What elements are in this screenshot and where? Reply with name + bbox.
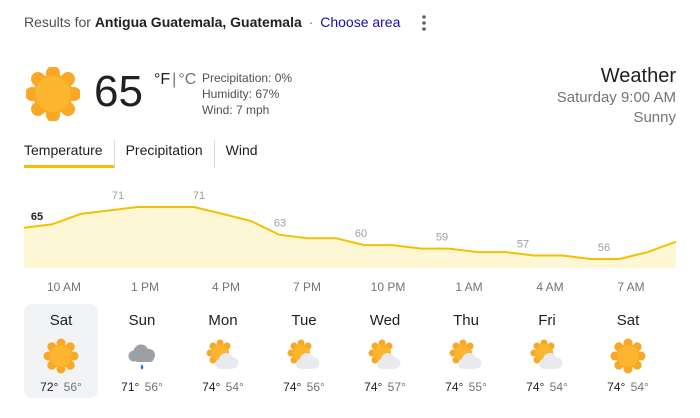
day-card[interactable]: Sat 74° 54°: [591, 304, 665, 398]
partly-cloudy-icon: [529, 338, 565, 374]
unit-separator: |: [172, 71, 177, 88]
time-label: 1 PM: [130, 280, 160, 294]
precipitation-text: Precipitation: 0%: [202, 71, 293, 85]
choose-area-link[interactable]: Choose area: [320, 14, 400, 30]
day-name: Sat: [49, 312, 73, 329]
unit-fahrenheit[interactable]: °F: [154, 71, 170, 88]
weather-summary: Weather Saturday 9:00 AM Sunny: [557, 64, 676, 128]
temperature-label: 60: [355, 228, 367, 240]
day-name: Mon: [208, 312, 238, 329]
weather-title: Weather: [600, 65, 676, 87]
results-prefix: Results for: [24, 14, 91, 30]
day-name: Thu: [453, 312, 479, 329]
time-label: 4 PM: [211, 280, 241, 294]
day-card[interactable]: Fri 74° 54°: [510, 304, 584, 398]
tab-temperature[interactable]: Temperature: [24, 140, 114, 168]
day-temps: 74° 54°: [186, 380, 260, 394]
day-temps: 74° 54°: [591, 380, 665, 394]
day-high: 74°: [364, 380, 383, 394]
partly-cloudy-icon: [367, 338, 403, 374]
temperature-label: 71: [112, 190, 124, 202]
results-for-line: Results for Antigua Guatemala, Guatemala…: [24, 14, 400, 30]
day-card[interactable]: Thu 74° 55°: [429, 304, 503, 398]
temperature-label: 63: [274, 218, 286, 230]
time-label: 7 AM: [617, 280, 645, 294]
day-low: 56°: [63, 380, 82, 394]
day-high: 72°: [40, 380, 59, 394]
day-low: 54°: [225, 380, 244, 394]
humidity-text: Humidity: 67%: [202, 87, 280, 101]
day-high: 74°: [526, 380, 545, 394]
partly-cloudy-icon: [205, 338, 241, 374]
day-high: 74°: [607, 380, 626, 394]
day-temps: 74° 54°: [510, 380, 584, 394]
temperature-label: 57: [517, 239, 529, 251]
tab-wind[interactable]: Wind: [213, 140, 269, 168]
time-axis: 10 AM 1 PM 4 PM 7 PM 10 PM 1 AM 4 AM 7 AM: [0, 280, 700, 296]
day-name: Sat: [616, 312, 640, 329]
location-name: Antigua Guatemala, Guatemala: [94, 14, 302, 30]
current-temperature: 65: [94, 67, 143, 116]
separator-dot: ·: [308, 14, 314, 30]
rain-cloud-icon: [124, 338, 160, 374]
day-low: 54°: [630, 380, 649, 394]
daily-forecast: Sat 72° 56° Sun 71° 56° Mon 74° 54° Tue 74° 56°…: [24, 304, 672, 398]
tab-precipitation[interactable]: Precipitation: [113, 140, 214, 168]
day-name: Wed: [369, 312, 401, 329]
time-label: 4 AM: [536, 280, 564, 294]
day-card[interactable]: Sun 71° 56°: [105, 304, 179, 398]
temperature-graph: 65 71 71 63 60 59 57 56: [23, 190, 677, 268]
day-card[interactable]: Wed 74° 57°: [348, 304, 422, 398]
day-low: 56°: [306, 380, 325, 394]
day-low: 54°: [549, 380, 568, 394]
temperature-label: 59: [436, 232, 448, 244]
partly-cloudy-icon: [448, 338, 484, 374]
day-name: Fri: [538, 312, 556, 329]
time-label: 10 AM: [46, 280, 82, 294]
time-label: 7 PM: [292, 280, 322, 294]
time-label: 10 PM: [370, 280, 406, 294]
graph-tabs: Temperature Precipitation Wind: [24, 140, 269, 168]
sunny-icon: [26, 67, 80, 121]
unit-toggle: °F | °C: [154, 71, 196, 89]
day-high: 74°: [445, 380, 464, 394]
sunny-icon: [43, 338, 79, 374]
day-temps: 71° 56°: [105, 380, 179, 394]
sunny-icon: [610, 338, 646, 374]
day-card[interactable]: Sat 72° 56°: [24, 304, 98, 398]
day-card[interactable]: Tue 74° 56°: [267, 304, 341, 398]
day-low: 57°: [387, 380, 406, 394]
day-high: 74°: [283, 380, 302, 394]
day-card[interactable]: Mon 74° 54°: [186, 304, 260, 398]
day-temps: 72° 56°: [24, 380, 98, 394]
day-name: Sun: [128, 312, 156, 329]
wind-text: Wind: 7 mph: [202, 103, 270, 117]
weather-datetime: Saturday 9:00 AM: [556, 89, 676, 106]
temperature-label: 65: [31, 211, 43, 223]
weather-condition: Sunny: [633, 109, 676, 126]
temperature-area: [24, 207, 676, 268]
time-label: 1 AM: [455, 280, 483, 294]
partly-cloudy-icon: [286, 338, 322, 374]
day-temps: 74° 55°: [429, 380, 503, 394]
unit-celsius[interactable]: °C: [178, 71, 196, 88]
day-low: 56°: [144, 380, 163, 394]
day-high: 71°: [121, 380, 140, 394]
temperature-label: 56: [598, 242, 610, 254]
day-low: 55°: [468, 380, 487, 394]
day-name: Tue: [291, 312, 317, 329]
temperature-label: 71: [193, 190, 205, 202]
more-vert-icon[interactable]: [414, 12, 434, 34]
day-temps: 74° 56°: [267, 380, 341, 394]
current-details: Precipitation: 0% Humidity: 67% Wind: 7 …: [202, 70, 292, 118]
day-temps: 74° 57°: [348, 380, 422, 394]
day-high: 74°: [202, 380, 221, 394]
